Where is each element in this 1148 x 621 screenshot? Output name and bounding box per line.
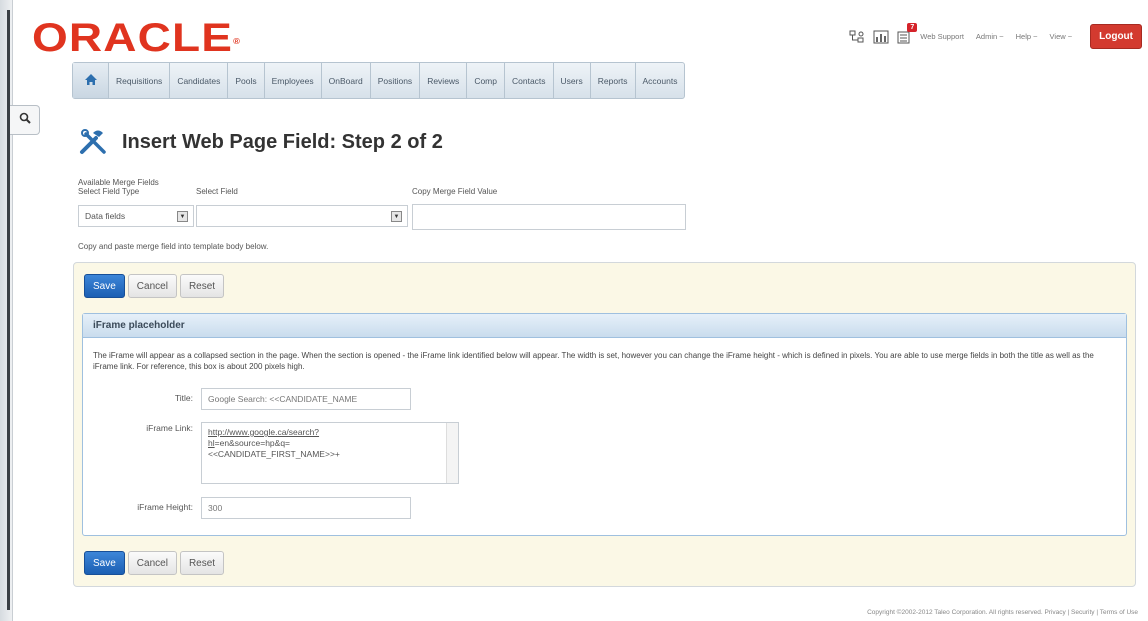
footer-copyright: Copyright ©2002-2012 Taleo Corporation. … xyxy=(867,609,1138,616)
copy-merge-value-label: Copy Merge Field Value xyxy=(412,187,498,196)
nav-pools[interactable]: Pools xyxy=(228,63,265,98)
nav-users[interactable]: Users xyxy=(554,63,591,98)
notification-badge: 7 xyxy=(907,22,918,32)
merge-fields-heading: Available Merge Fields xyxy=(78,178,159,187)
reset-button[interactable]: Reset xyxy=(179,551,225,575)
save-button[interactable]: Save xyxy=(84,551,125,575)
nav-candidates[interactable]: Candidates xyxy=(170,63,229,98)
logout-button[interactable]: Logout xyxy=(1090,24,1142,49)
nav-reviews[interactable]: Reviews xyxy=(420,63,468,98)
iframe-link-textarea[interactable]: http://www.google.ca/search? hl=en&sourc… xyxy=(201,422,459,484)
tasks-icon[interactable]: 7 xyxy=(896,22,918,45)
panel-title: iFrame placeholder xyxy=(83,314,1126,338)
chart-icon[interactable] xyxy=(872,29,890,45)
nav-contacts[interactable]: Contacts xyxy=(505,63,554,98)
web-support-link[interactable]: Web Support xyxy=(920,32,964,41)
bottom-button-row: Save Cancel Reset xyxy=(84,551,227,575)
left-edge-bar xyxy=(0,0,13,621)
title-label: Title: xyxy=(174,393,193,403)
page-title: Insert Web Page Field: Step 2 of 2 xyxy=(122,130,443,153)
tools-icon xyxy=(78,128,110,156)
view-menu[interactable]: View ~ xyxy=(1050,32,1073,41)
iframe-height-input[interactable]: 300 xyxy=(201,497,411,519)
select-field-dropdown[interactable]: ▼ xyxy=(196,205,408,227)
title-input[interactable]: Google Search: <<CANDIDATE_NAME xyxy=(201,388,411,410)
main-nav: Requisitions Candidates Pools Employees … xyxy=(72,62,686,99)
nav-accounts[interactable]: Accounts xyxy=(636,63,685,98)
panel-description: The iFrame will appear as a collapsed se… xyxy=(93,351,1094,371)
template-editor-panel: Save Cancel Reset iFrame placeholder The… xyxy=(73,262,1136,587)
iframe-link-label: iFrame Link: xyxy=(146,423,193,433)
save-button[interactable]: Save xyxy=(84,274,125,298)
field-type-label: Select Field Type xyxy=(78,187,140,196)
merge-help-text: Copy and paste merge field into template… xyxy=(78,242,269,251)
home-tab[interactable] xyxy=(73,63,109,98)
home-icon xyxy=(84,73,98,88)
search-tab[interactable] xyxy=(10,105,40,135)
reset-button[interactable]: Reset xyxy=(179,274,225,298)
org-chart-icon[interactable] xyxy=(848,29,866,45)
chevron-down-icon: ▼ xyxy=(391,211,402,222)
nav-reports[interactable]: Reports xyxy=(591,63,636,98)
iframe-height-label: iFrame Height: xyxy=(137,502,193,512)
admin-menu[interactable]: Admin ~ xyxy=(976,32,1004,41)
nav-employees[interactable]: Employees xyxy=(265,63,322,98)
help-menu[interactable]: Help ~ xyxy=(1016,32,1038,41)
iframe-placeholder-panel: iFrame placeholder The iFrame will appea… xyxy=(82,313,1127,536)
cancel-button[interactable]: Cancel xyxy=(127,274,177,298)
iframe-link-line: http://www.google.ca/search? xyxy=(208,427,320,437)
chevron-down-icon: ▼ xyxy=(177,211,188,222)
textarea-scrollbar[interactable] xyxy=(446,423,458,483)
field-type-select[interactable]: Data fields ▼ xyxy=(78,205,194,227)
nav-onboard[interactable]: OnBoard xyxy=(322,63,371,98)
select-field-label: Select Field xyxy=(196,187,238,196)
iframe-link-line: <<CANDIDATE_FIRST_NAME>>+ xyxy=(208,449,340,459)
search-icon xyxy=(19,111,31,129)
top-button-row: Save Cancel Reset xyxy=(84,274,227,298)
nav-comp[interactable]: Comp xyxy=(467,63,505,98)
left-edge-strip xyxy=(7,10,10,610)
field-type-value: Data fields xyxy=(85,211,126,221)
nav-positions[interactable]: Positions xyxy=(371,63,421,98)
header-toolbar: 7 Web Support Admin ~ Help ~ View ~ Logo… xyxy=(848,22,1142,49)
nav-requisitions[interactable]: Requisitions xyxy=(109,63,171,98)
cancel-button[interactable]: Cancel xyxy=(127,551,177,575)
oracle-logo: ORACLE® xyxy=(32,16,242,60)
copy-merge-value-field[interactable] xyxy=(412,204,686,230)
iframe-link-line: hl=en&source=hp&q= xyxy=(208,438,291,448)
page-header: Insert Web Page Field: Step 2 of 2 xyxy=(78,128,443,156)
